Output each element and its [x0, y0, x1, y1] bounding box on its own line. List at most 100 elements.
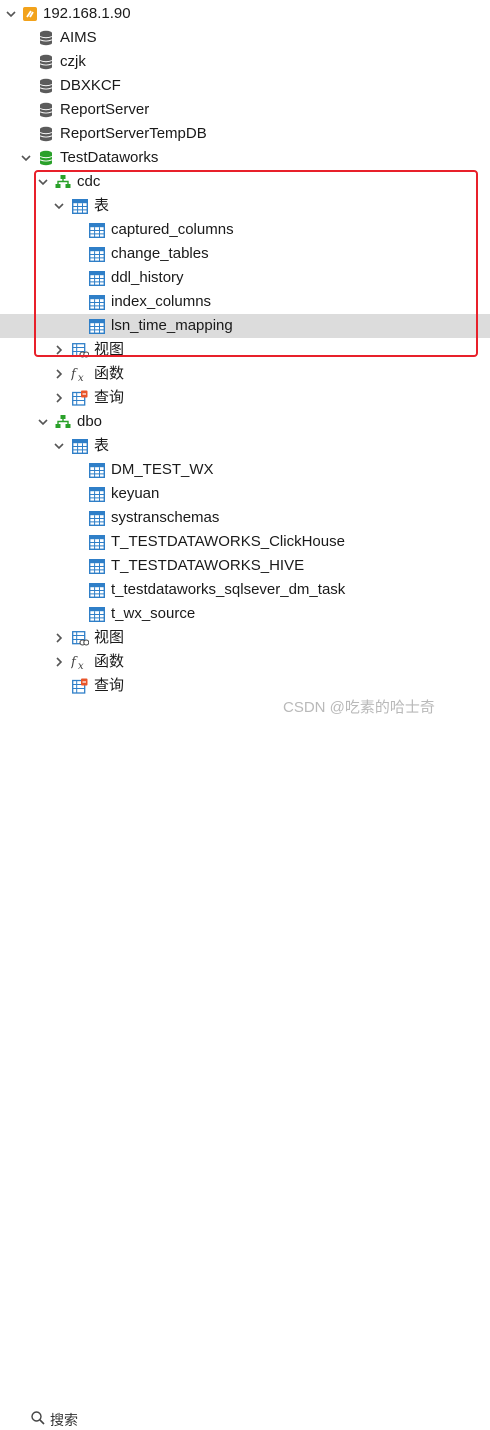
database-icon: [37, 29, 55, 47]
tree-item-label: 视图: [94, 629, 125, 646]
chevron-right-icon[interactable]: [52, 367, 66, 381]
tree-item-table[interactable]: change_tables: [0, 242, 490, 266]
tree-item-label: t_wx_source: [111, 605, 196, 622]
chevron-right-icon[interactable]: [52, 655, 66, 669]
tree-item-views-folder[interactable]: 视图: [0, 338, 490, 362]
table-icon: [88, 485, 106, 503]
tree-item-queries-folder[interactable]: 查询: [0, 386, 490, 410]
table-folder-icon: [71, 197, 89, 215]
tree-item-table[interactable]: T_TESTDATAWORKS_ClickHouse: [0, 530, 490, 554]
function-icon: fx: [71, 653, 89, 671]
tree-item-table[interactable]: captured_columns: [0, 218, 490, 242]
tree-item-label: 函数: [94, 653, 125, 670]
table-icon: [88, 509, 106, 527]
tree-item-label: dbo: [77, 413, 103, 430]
database-icon: [37, 125, 55, 143]
query-icon: [71, 389, 89, 407]
table-folder-icon: [71, 437, 89, 455]
schema-icon: [54, 173, 72, 191]
tree-item-label: TestDataworks: [60, 149, 159, 166]
tree-item-label: 查询: [94, 677, 125, 694]
chevron-right-icon[interactable]: [52, 631, 66, 645]
tree-item-schema[interactable]: cdc: [0, 170, 490, 194]
tree-item-label: 表: [94, 437, 110, 454]
table-icon: [88, 461, 106, 479]
tree-item-database[interactable]: ReportServerTempDB: [0, 122, 490, 146]
tree-item-table[interactable]: DM_TEST_WX: [0, 458, 490, 482]
search-label[interactable]: 搜索: [50, 1410, 78, 1430]
view-icon: [71, 341, 89, 359]
tree-item-table[interactable]: index_columns: [0, 290, 490, 314]
tree-item-table[interactable]: lsn_time_mapping: [0, 314, 490, 338]
tree-item-label: 视图: [94, 341, 125, 358]
tree-item-database[interactable]: czjk: [0, 50, 490, 74]
tree-item-table[interactable]: T_TESTDATAWORKS_HIVE: [0, 554, 490, 578]
svg-text:x: x: [78, 373, 84, 382]
tree-item-table[interactable]: keyuan: [0, 482, 490, 506]
server-icon: [21, 5, 39, 23]
table-icon: [88, 269, 106, 287]
tree-item-label: systranschemas: [111, 509, 220, 526]
tree-item-active-database[interactable]: TestDataworks: [0, 146, 490, 170]
chevron-down-icon[interactable]: [36, 175, 50, 189]
tree-item-table[interactable]: ddl_history: [0, 266, 490, 290]
tree-item-views-folder[interactable]: 视图: [0, 626, 490, 650]
tree-item-table[interactable]: t_wx_source: [0, 602, 490, 626]
tree-item-label: t_testdataworks_sqlsever_dm_task: [111, 581, 346, 598]
tree-item-label: AIMS: [60, 29, 97, 46]
tree-item-tables-folder[interactable]: 表: [0, 434, 490, 458]
schema-icon: [54, 413, 72, 431]
chevron-right-icon[interactable]: [52, 343, 66, 357]
tree-item-label: 查询: [94, 389, 125, 406]
tree-item-label: change_tables: [111, 245, 209, 262]
tree-item-label: captured_columns: [111, 221, 234, 238]
database-icon: [37, 149, 55, 167]
chevron-down-icon[interactable]: [19, 151, 33, 165]
table-icon: [88, 581, 106, 599]
chevron-down-icon[interactable]: [52, 439, 66, 453]
chevron-down-icon[interactable]: [52, 199, 66, 213]
tree-item-database[interactable]: ReportServer: [0, 98, 490, 122]
tree-item-label: ReportServer: [60, 101, 150, 118]
tree-item-label: cdc: [77, 173, 101, 190]
tree-item-schema[interactable]: dbo: [0, 410, 490, 434]
tree-item-table[interactable]: t_testdataworks_sqlsever_dm_task: [0, 578, 490, 602]
tree-item-server[interactable]: 192.168.1.90: [0, 2, 490, 26]
tree-item-queries-folder[interactable]: 查询: [0, 674, 490, 698]
tree-item-label: T_TESTDATAWORKS_HIVE: [111, 557, 305, 574]
query-icon: [71, 677, 89, 695]
database-icon: [37, 101, 55, 119]
tree-item-database[interactable]: DBXKCF: [0, 74, 490, 98]
tree-item-label: 函数: [94, 365, 125, 382]
tree-item-label: lsn_time_mapping: [111, 317, 233, 334]
view-icon: [71, 629, 89, 647]
svg-text:x: x: [78, 661, 84, 670]
tree-item-functions-folder[interactable]: f x 函数: [0, 362, 490, 386]
chevron-right-icon[interactable]: [52, 391, 66, 405]
table-icon: [88, 605, 106, 623]
tree-item-label: 表: [94, 197, 110, 214]
chevron-down-icon[interactable]: [36, 415, 50, 429]
tree-item-database[interactable]: AIMS: [0, 26, 490, 50]
table-icon: [88, 317, 106, 335]
svg-text:f: f: [71, 655, 78, 670]
tree-item-label: DM_TEST_WX: [111, 461, 214, 478]
table-icon: [88, 221, 106, 239]
table-icon: [88, 245, 106, 263]
search-icon[interactable]: [30, 1410, 46, 1426]
tree-item-label: czjk: [60, 53, 86, 70]
tree-item-tables-folder[interactable]: 表: [0, 194, 490, 218]
tree-item-table[interactable]: systranschemas: [0, 506, 490, 530]
database-icon: [37, 53, 55, 71]
tree-item-label: T_TESTDATAWORKS_ClickHouse: [111, 533, 345, 550]
table-icon: [88, 293, 106, 311]
table-icon: [88, 533, 106, 551]
tree-item-label: DBXKCF: [60, 77, 121, 94]
chevron-down-icon[interactable]: [4, 7, 18, 21]
function-icon: fx: [71, 365, 89, 383]
table-icon: [88, 557, 106, 575]
tree-item-label: ddl_history: [111, 269, 184, 286]
tree-item-label: index_columns: [111, 293, 212, 310]
watermark: CSDN @吃素的哈士奇: [283, 699, 435, 716]
tree-item-functions-folder[interactable]: f x 函数: [0, 650, 490, 674]
